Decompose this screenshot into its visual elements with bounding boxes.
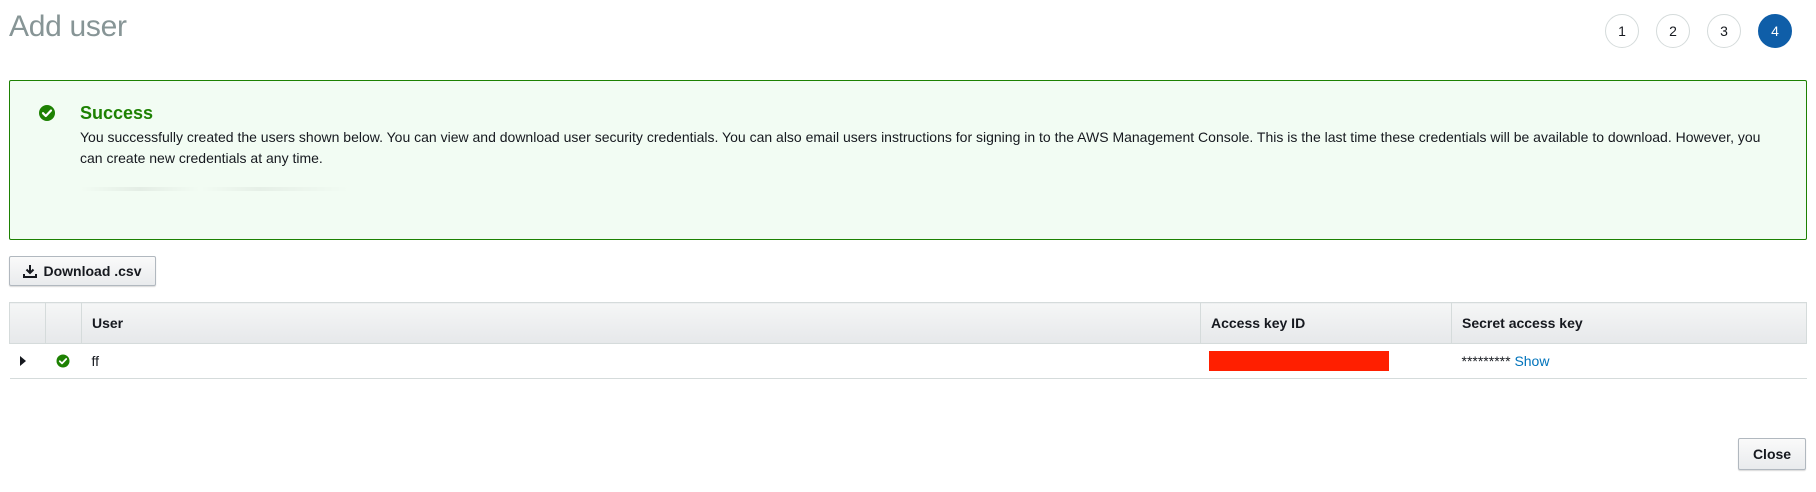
secret-masked-value: *********	[1461, 353, 1511, 369]
check-circle-icon	[56, 354, 69, 368]
user-cell: ff	[81, 343, 1201, 379]
page-title: Add user	[9, 10, 127, 43]
access-key-id-cell	[1200, 343, 1452, 379]
user-column-header: User	[81, 302, 1201, 344]
secret-access-key-column-header: Secret access key	[1451, 302, 1807, 344]
expand-caret-icon[interactable]	[19, 356, 26, 366]
table-header-row: User Access key ID Secret access key	[9, 302, 1807, 344]
faded-text-line	[80, 187, 680, 191]
step-1[interactable]: 1	[1605, 14, 1639, 48]
users-table: User Access key ID Secret access key ff …	[9, 302, 1807, 379]
secret-access-key-cell: ********* Show	[1451, 343, 1807, 379]
step-3[interactable]: 3	[1707, 14, 1741, 48]
table-row: ff ********* Show	[9, 343, 1807, 379]
expand-cell[interactable]	[9, 343, 46, 379]
close-button[interactable]: Close	[1738, 438, 1806, 470]
expand-column-header	[9, 302, 46, 344]
redacted-access-key	[1208, 351, 1389, 371]
check-circle-icon	[39, 105, 55, 121]
step-4-current: 4	[1758, 14, 1792, 48]
alert-title: Success	[80, 103, 154, 123]
status-cell	[45, 343, 82, 379]
access-key-id-column-header: Access key ID	[1200, 302, 1452, 344]
success-alert: Success You successfully created the use…	[9, 80, 1807, 240]
step-2[interactable]: 2	[1656, 14, 1690, 48]
alert-message: You successfully created the users shown…	[80, 129, 1761, 166]
wizard-steps: 1 2 3 4	[1605, 14, 1792, 48]
download-csv-button[interactable]: Download .csv	[9, 256, 156, 286]
download-icon	[23, 265, 38, 278]
show-secret-link[interactable]: Show	[1514, 353, 1549, 369]
download-csv-label: Download .csv	[43, 263, 142, 279]
status-column-header	[45, 302, 82, 344]
